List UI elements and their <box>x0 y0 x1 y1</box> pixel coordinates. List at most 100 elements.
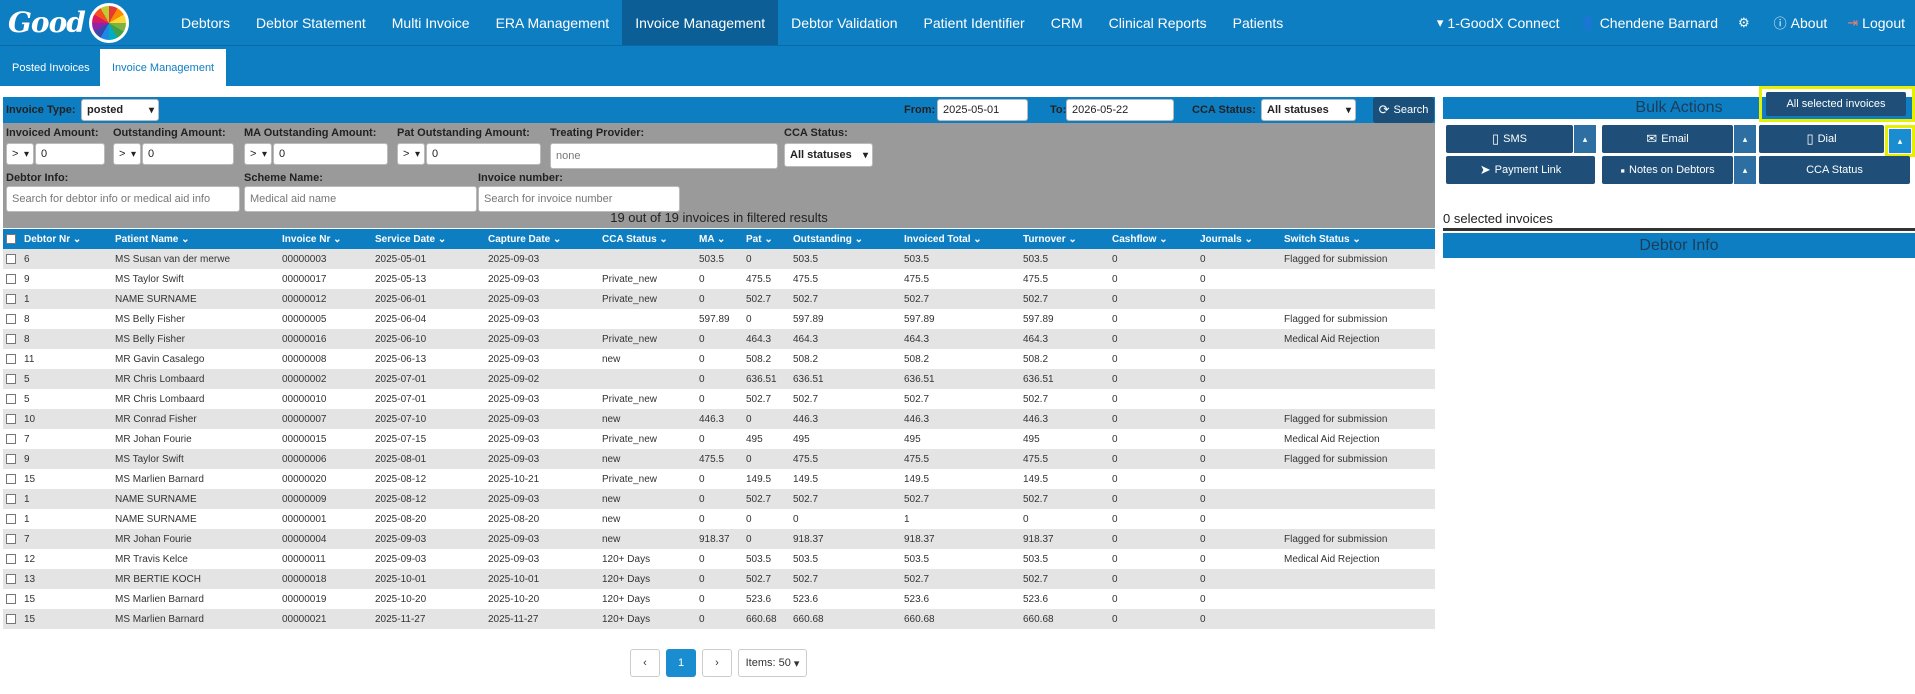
brand-logo[interactable]: Good <box>0 0 168 45</box>
email-dropdown-toggle[interactable]: ▴ <box>1734 125 1756 153</box>
table-row[interactable]: 10 MR Conrad Fisher 00000007 2025-07-10 2025… <box>3 409 1435 429</box>
table-row[interactable]: 13 MR BERTIE KOCH 00000018 2025-10-01 2025-1… <box>3 569 1435 589</box>
row-select-cell[interactable] <box>3 329 21 349</box>
items-per-page-select[interactable]: Items: 50 ▾ <box>738 649 807 677</box>
table-row[interactable]: 15 MS Marlien Barnard 00000019 2025-10-20 20… <box>3 589 1435 609</box>
column-header[interactable]: Invoiced Total ⌄ <box>901 229 1020 249</box>
table-row[interactable]: 7 MR Johan Fourie 00000015 2025-07-15 2025-0… <box>3 429 1435 449</box>
nav-debtor-validation[interactable]: Debtor Validation <box>778 0 910 45</box>
row-checkbox[interactable] <box>6 293 16 304</box>
sms-button[interactable]: ▯ SMS <box>1446 125 1573 153</box>
nav-debtor-statement[interactable]: Debtor Statement <box>243 0 379 45</box>
column-header[interactable]: Turnover ⌄ <box>1020 229 1109 249</box>
row-checkbox[interactable] <box>6 453 16 464</box>
connect-dropdown[interactable]: ▾ 1-GoodX Connect <box>1427 0 1570 45</box>
dial-button[interactable]: ▯ Dial <box>1759 125 1884 153</box>
dial-dropdown-toggle[interactable]: ▴ <box>1889 129 1911 153</box>
cca-status-button[interactable]: CCA Status <box>1759 156 1910 184</box>
row-select-cell[interactable] <box>3 309 21 329</box>
page-1-button[interactable]: 1 <box>666 649 696 677</box>
row-checkbox[interactable] <box>6 573 16 584</box>
select-all-checkbox[interactable] <box>6 233 16 244</box>
nav-multi-invoice[interactable]: Multi Invoice <box>379 0 483 45</box>
nav-patients[interactable]: Patients <box>1220 0 1297 45</box>
ma-outstanding-operator[interactable]: > <box>244 143 272 165</box>
row-select-cell[interactable] <box>3 589 21 609</box>
row-checkbox[interactable] <box>6 433 16 444</box>
row-select-cell[interactable] <box>3 349 21 369</box>
row-checkbox[interactable] <box>6 533 16 544</box>
email-button[interactable]: ✉ Email <box>1602 125 1733 153</box>
row-checkbox[interactable] <box>6 613 16 624</box>
row-select-cell[interactable] <box>3 249 21 269</box>
pat-outstanding-input[interactable]: 0 <box>426 143 541 165</box>
outstanding-amount-input[interactable]: 0 <box>142 143 234 165</box>
row-checkbox[interactable] <box>6 493 16 504</box>
debtor-info-input[interactable]: Search for debtor info or medical aid in… <box>6 186 240 212</box>
row-select-cell[interactable] <box>3 429 21 449</box>
row-checkbox[interactable] <box>6 353 16 364</box>
row-checkbox[interactable] <box>6 273 16 284</box>
notes-on-debtors-button[interactable]: ▪ Notes on Debtors <box>1602 156 1733 184</box>
nav-clinical-reports[interactable]: Clinical Reports <box>1096 0 1220 45</box>
table-row[interactable]: 8 MS Belly Fisher 00000016 2025-06-10 2025-0… <box>3 329 1435 349</box>
cca-status-2-select[interactable]: All statuses <box>784 143 873 167</box>
column-header[interactable]: Debtor Nr ⌄ <box>21 229 112 249</box>
row-select-cell[interactable] <box>3 449 21 469</box>
about-link[interactable]: ⓘ About <box>1764 0 1838 45</box>
column-header[interactable]: Service Date ⌄ <box>372 229 485 249</box>
all-selected-invoices-button[interactable]: All selected invoices <box>1766 92 1906 116</box>
prev-page-button[interactable]: ‹ <box>630 649 660 677</box>
table-row[interactable]: 12 MR Travis Kelce 00000011 2025-09-03 2025-… <box>3 549 1435 569</box>
row-checkbox[interactable] <box>6 393 16 404</box>
table-row[interactable]: 15 MS Marlien Barnard 00000020 2025-08-12 20… <box>3 469 1435 489</box>
treating-provider-input[interactable]: none <box>550 143 778 169</box>
row-checkbox[interactable] <box>6 553 16 564</box>
table-row[interactable]: 5 MR Chris Lombaard 00000002 2025-07-01 2025… <box>3 369 1435 389</box>
column-header[interactable]: Outstanding ⌄ <box>790 229 901 249</box>
row-checkbox[interactable] <box>6 413 16 424</box>
row-select-cell[interactable] <box>3 609 21 629</box>
row-select-cell[interactable] <box>3 549 21 569</box>
to-date-input[interactable]: 2026-05-22 <box>1066 99 1174 121</box>
row-select-cell[interactable] <box>3 369 21 389</box>
search-button[interactable]: ⟳ Search <box>1373 97 1434 123</box>
notes-dropdown-toggle[interactable]: ▴ <box>1734 156 1756 184</box>
row-select-cell[interactable] <box>3 569 21 589</box>
table-row[interactable]: 9 MS Taylor Swift 00000017 2025-05-13 2025-0… <box>3 269 1435 289</box>
nav-era-management[interactable]: ERA Management <box>483 0 623 45</box>
column-header[interactable]: CCA Status ⌄ <box>599 229 696 249</box>
table-row[interactable]: 7 MR Johan Fourie 00000004 2025-09-03 2025-0… <box>3 529 1435 549</box>
table-row[interactable]: 5 MR Chris Lombaard 00000010 2025-07-01 2025… <box>3 389 1435 409</box>
table-row[interactable]: 1 NAME SURNAME 00000009 2025-08-12 2025-09-0… <box>3 489 1435 509</box>
row-select-cell[interactable] <box>3 509 21 529</box>
column-header[interactable]: MA ⌄ <box>696 229 743 249</box>
invoice-type-select[interactable]: posted <box>81 99 159 121</box>
row-select-cell[interactable] <box>3 269 21 289</box>
settings-button[interactable]: ⚙ <box>1728 0 1764 45</box>
table-row[interactable]: 6 MS Susan van der merwe 00000003 2025-05-0… <box>3 249 1435 269</box>
column-header[interactable]: Journals ⌄ <box>1197 229 1281 249</box>
invoiced-amount-input[interactable]: 0 <box>35 143 105 165</box>
table-row[interactable]: 1 NAME SURNAME 00000012 2025-06-01 2025-09-0… <box>3 289 1435 309</box>
user-menu[interactable]: 👤 Chendene Barnard <box>1570 0 1729 45</box>
table-row[interactable]: 11 MR Gavin Casalego 00000008 2025-06-13 202… <box>3 349 1435 369</box>
tab-invoice-management[interactable]: Invoice Management <box>100 49 227 87</box>
table-row[interactable]: 1 NAME SURNAME 00000001 2025-08-20 2025-08-2… <box>3 509 1435 529</box>
row-checkbox[interactable] <box>6 313 16 324</box>
outstanding-amount-operator[interactable]: > <box>113 143 141 165</box>
row-checkbox[interactable] <box>6 253 16 264</box>
table-row[interactable]: 15 MS Marlien Barnard 00000021 2025-11-27 20… <box>3 609 1435 629</box>
column-header[interactable]: Switch Status ⌄ <box>1281 229 1435 249</box>
pat-outstanding-operator[interactable]: > <box>397 143 425 165</box>
row-checkbox[interactable] <box>6 473 16 484</box>
column-header[interactable]: Pat ⌄ <box>743 229 790 249</box>
invoice-number-input[interactable]: Search for invoice number <box>478 186 680 212</box>
row-checkbox[interactable] <box>6 373 16 384</box>
nav-debtors[interactable]: Debtors <box>168 0 243 45</box>
invoiced-amount-operator[interactable]: > <box>6 143 34 165</box>
column-header[interactable]: Patient Name ⌄ <box>112 229 279 249</box>
next-page-button[interactable]: › <box>702 649 732 677</box>
row-checkbox[interactable] <box>6 593 16 604</box>
ma-outstanding-input[interactable]: 0 <box>273 143 388 165</box>
